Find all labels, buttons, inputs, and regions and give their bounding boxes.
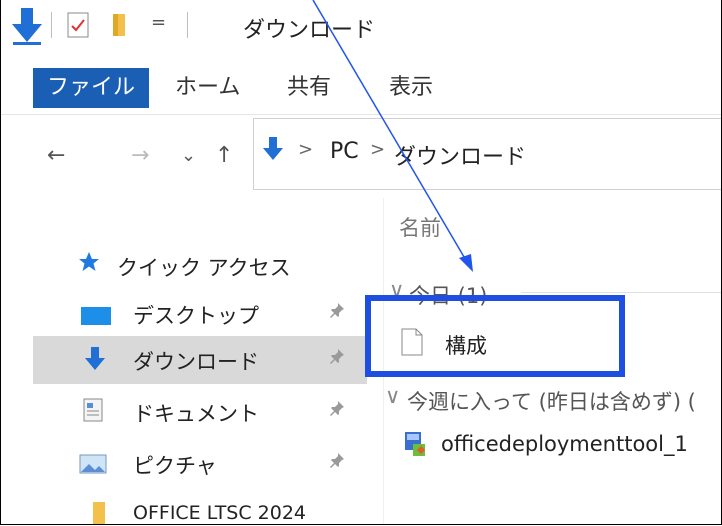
explorer-window: = ダウンロード ファイル ホーム 共有 表示 ← → ⌄ ↑ > PC > ダ… bbox=[0, 0, 722, 525]
annotation-arrow bbox=[312, 0, 473, 272]
